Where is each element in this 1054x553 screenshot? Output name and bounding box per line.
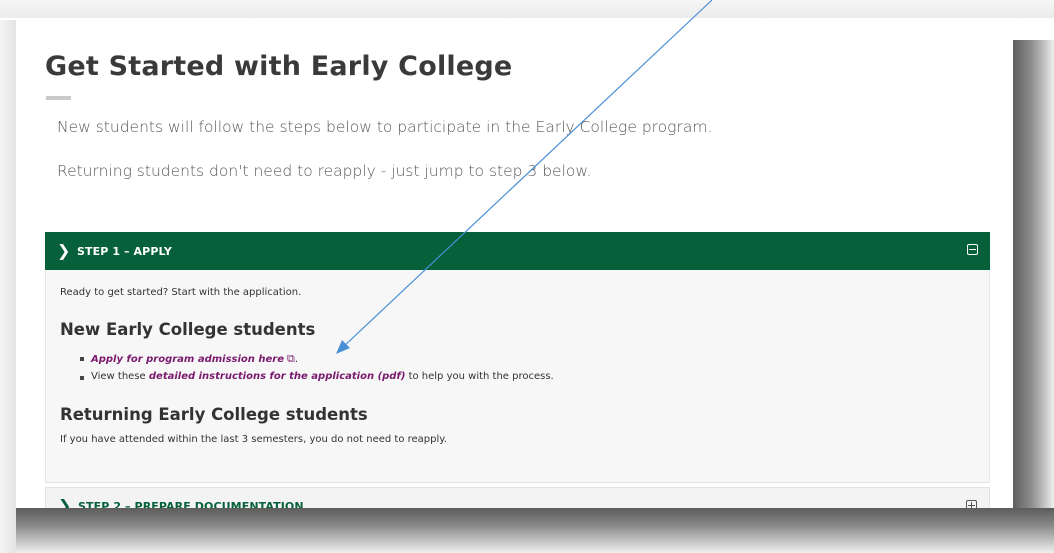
apply-admission-link[interactable]: Apply for program admission here ⧉ <box>91 352 295 365</box>
step-1-lead-text: Ready to get started? Start with the app… <box>60 287 302 298</box>
accordion-step-1-header[interactable]: ❯ STEP 1 – APPLY <box>45 232 990 270</box>
new-students-heading: New Early College students <box>60 320 316 339</box>
frame-shadow-right <box>1013 40 1054 553</box>
accordion-step-1-body: Ready to get started? Start with the app… <box>45 270 990 483</box>
instructions-pdf-link[interactable]: detailed instructions for the applicatio… <box>149 371 406 382</box>
page-title: Get Started with Early College <box>45 51 513 82</box>
screenshot-frame: Get Started with Early College New stude… <box>0 0 1054 553</box>
frame-shadow-left <box>0 20 16 553</box>
list-item: Apply for program admission here ⧉. <box>60 351 554 367</box>
chevron-right-icon: ❯ <box>57 241 71 260</box>
intro-new-students: New students will follow the steps below… <box>57 118 713 136</box>
returning-students-note: If you have attended within the last 3 s… <box>60 434 447 445</box>
instructions-prefix: View these <box>91 371 149 382</box>
collapse-icon[interactable] <box>967 244 978 255</box>
instructions-suffix: to help you with the process. <box>405 371 554 382</box>
frame-shadow-top <box>0 0 1054 18</box>
apply-admission-link-text: Apply for program admission here <box>91 354 284 365</box>
external-link-icon: ⧉ <box>287 352 295 365</box>
new-students-list: Apply for program admission here ⧉. View … <box>60 351 554 387</box>
apply-admission-suffix: . <box>294 354 299 365</box>
intro-returning-students: Returning students don't need to reapply… <box>57 162 592 180</box>
frame-shadow-bottom <box>16 508 1054 553</box>
returning-students-heading: Returning Early College students <box>60 405 368 424</box>
list-item: View these detailed instructions for the… <box>60 370 554 384</box>
expand-icon[interactable] <box>966 500 977 508</box>
accordion-step-2-label: STEP 2 – PREPARE DOCUMENTATION <box>78 499 304 509</box>
chevron-right-icon: ❯ <box>58 496 72 509</box>
accordion-step-2-header[interactable]: ❯ STEP 2 – PREPARE DOCUMENTATION <box>45 487 990 508</box>
title-underline <box>46 96 71 100</box>
steps-accordion: ❯ STEP 1 – APPLY Ready to get started? S… <box>45 232 990 508</box>
web-page: Get Started with Early College New stude… <box>16 18 1013 508</box>
accordion-step-1-label: STEP 1 – APPLY <box>77 244 172 258</box>
